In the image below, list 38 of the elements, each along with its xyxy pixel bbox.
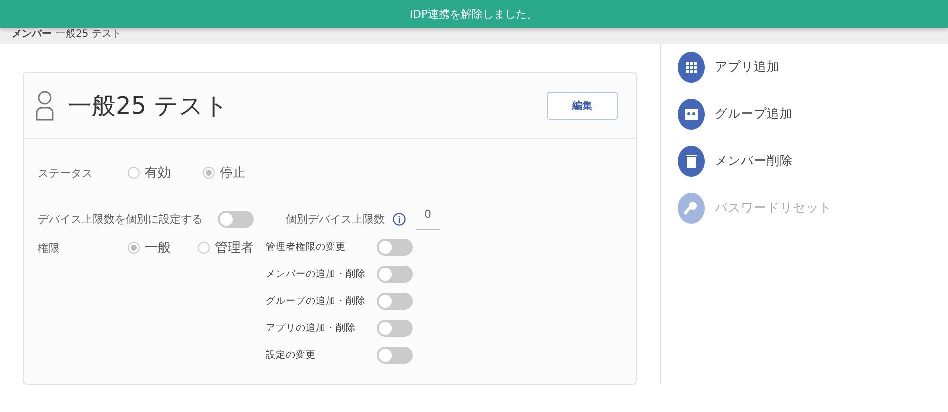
- toggle-switch[interactable]: [377, 347, 413, 364]
- field-label: 個別デバイス上限数: [286, 212, 385, 226]
- radio-button[interactable]: [203, 167, 215, 179]
- edit-button[interactable]: 編集: [547, 92, 618, 120]
- info-icon[interactable]: [393, 212, 406, 226]
- radio-option[interactable]: 有効: [128, 164, 203, 182]
- permission-label: グループの追加・削除: [266, 295, 367, 308]
- trash-icon: [678, 146, 705, 177]
- permission-label: 管理者権限の変更: [266, 241, 347, 254]
- field-label: 権限: [38, 240, 61, 256]
- limit-field[interactable]: 0: [416, 208, 440, 230]
- breadcrumb-item: 一般25 テスト: [56, 28, 122, 41]
- permission-label: メンバーの追加・削除: [266, 268, 367, 281]
- radio-option[interactable]: 停止: [203, 164, 278, 182]
- member-name: 一般25 テスト: [68, 90, 230, 122]
- toggle-switch[interactable]: [377, 239, 413, 256]
- permission-label: 設定の変更: [266, 349, 317, 362]
- toggle-switch[interactable]: [377, 320, 413, 337]
- field-label: ステータス: [38, 166, 94, 180]
- radio-option[interactable]: 一般: [128, 239, 198, 257]
- toggle-switch[interactable]: [218, 210, 254, 228]
- radio-option[interactable]: 管理者: [198, 239, 266, 257]
- toast-message: IDP連携を解除しました。: [0, 0, 948, 28]
- person-icon: [36, 90, 54, 120]
- permission-label: アプリの追加・削除: [266, 322, 357, 335]
- breadcrumb-item[interactable]: メンバー: [12, 27, 52, 41]
- grid-icon: [678, 52, 705, 83]
- radio-button[interactable]: [198, 242, 210, 254]
- radio-button[interactable]: [128, 242, 140, 254]
- folder-icon: [678, 99, 705, 130]
- action-link[interactable]: アプリ追加: [715, 59, 780, 76]
- action-link[interactable]: グループ追加: [715, 106, 793, 123]
- action-link[interactable]: メンバー削除: [715, 153, 793, 170]
- field-label: デバイス上限数を個別に設定する: [38, 212, 204, 226]
- toggle-switch[interactable]: [377, 266, 413, 283]
- radio-button[interactable]: [128, 167, 140, 179]
- toggle-switch[interactable]: [377, 293, 413, 310]
- key-icon: [678, 193, 705, 224]
